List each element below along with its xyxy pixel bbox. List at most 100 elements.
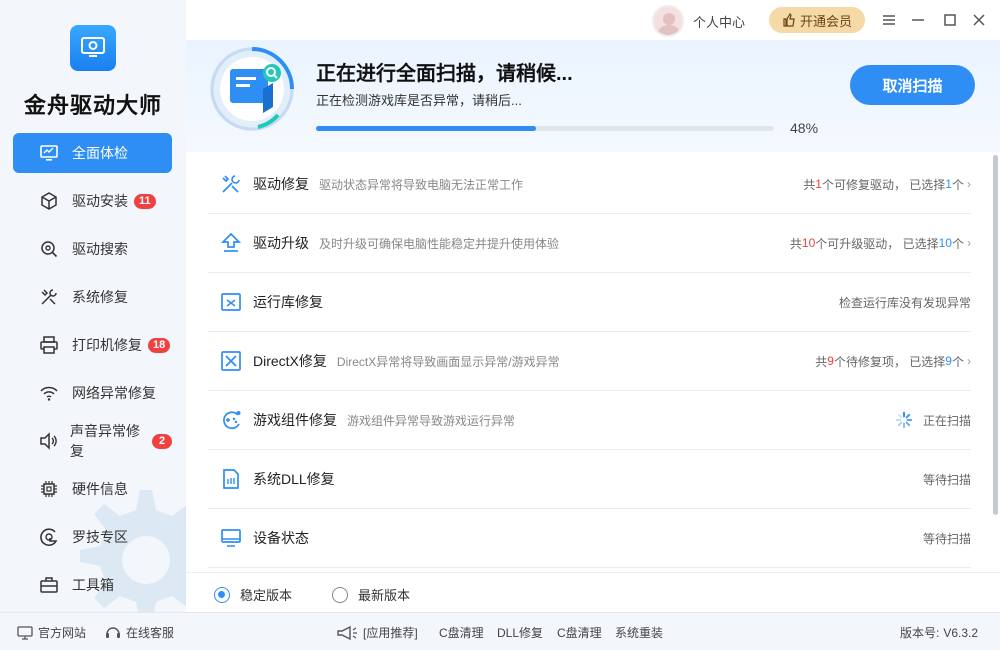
official-website-link[interactable]: 官方网站 [17, 624, 86, 641]
footer-link-c-clean-2[interactable]: C盘清理 [557, 624, 602, 641]
sidebar-item-label: 打印机修复 [72, 337, 142, 353]
scan-percent: 48% [790, 120, 819, 136]
chevron-right-icon: › [967, 354, 971, 368]
latest-version-radio[interactable]: 最新版本 [332, 585, 410, 604]
sidebar-nav: 全面体检 驱动安装 11 驱动搜索 系统修复 打印机修复 18 网络异常修复 声… [13, 133, 172, 612]
dll-file-icon [220, 468, 242, 490]
vip-label: 开通会员 [799, 13, 852, 29]
summary-text: 个 [951, 177, 964, 192]
cancel-scan-button[interactable]: 取消扫描 [850, 65, 975, 105]
link-label: C盘清理 [439, 626, 484, 640]
recommend-label: [应用推荐] [363, 626, 418, 640]
chevron-right-icon: › [967, 177, 971, 191]
avatar[interactable] [652, 5, 684, 37]
sidebar-item-toolbox[interactable]: 工具箱 [13, 565, 172, 605]
item-status: 检查运行库没有发现异常 [838, 295, 971, 310]
maximize-icon [944, 14, 956, 26]
sidebar-item-logitech[interactable]: 罗技专区 [13, 517, 172, 557]
list-item-driver-upgrade[interactable]: 驱动升级 及时升级可确保电脑性能稳定并提升使用体验 共 10 个可升级驱动， 已选择… [208, 214, 971, 273]
title-bar: 个人中心 开通会员 [186, 0, 1000, 40]
list-scrollbar[interactable] [993, 155, 998, 515]
sidebar-item-full-check[interactable]: 全面体检 [13, 133, 172, 173]
list-item-system-dll[interactable]: 系统DLL修复 等待扫描 [208, 450, 971, 509]
sidebar-item-label: 全面体检 [72, 145, 128, 161]
radio-label: 稳定版本 [240, 588, 293, 603]
footer-link-c-clean[interactable]: C盘清理 [439, 624, 484, 641]
sidebar-item-label: 罗技专区 [72, 529, 128, 545]
vip-button[interactable]: 开通会员 [769, 7, 865, 33]
scan-item-list: 驱动修复 驱动状态异常将导致电脑无法正常工作 共 1 个可修复驱动， 已选择 1 个 ›… [208, 155, 971, 568]
repairable-count: 1 [815, 177, 822, 191]
item-title: 系统DLL修复 [253, 471, 335, 487]
maximize-button[interactable] [940, 10, 960, 30]
summary-text: 共 [789, 236, 802, 251]
monitor-icon [220, 527, 242, 549]
item-title: 游戏组件修复 [253, 412, 337, 428]
sidebar-item-system-repair[interactable]: 系统修复 [13, 277, 172, 317]
sidebar-item-printer-repair[interactable]: 打印机修复 18 [13, 325, 172, 365]
app-recommend[interactable]: [应用推荐] [336, 624, 418, 641]
upgradable-count: 10 [801, 236, 816, 250]
sidebar-item-label: 工具箱 [72, 577, 114, 593]
list-item-runtime-repair[interactable]: 运行库修复 检查运行库没有发现异常 [208, 273, 971, 332]
selected-count: 9 [945, 354, 952, 368]
directx-icon [220, 350, 242, 372]
status-bar: 官方网站 在线客服 [应用推荐] C盘清理 DLL修复 C盘清理 系统重装 版本… [0, 612, 1000, 650]
sidebar-item-label: 驱动搜索 [72, 241, 128, 257]
online-service-link[interactable]: 在线客服 [105, 624, 174, 641]
scan-subtitle: 正在检测游戏库是否异常，请稍后... [316, 93, 522, 108]
logitech-logo-icon [38, 526, 60, 548]
scan-progress-bar [316, 126, 774, 131]
app-logo [70, 25, 116, 71]
stable-version-radio[interactable]: 稳定版本 [214, 585, 292, 604]
list-item-game-component[interactable]: 游戏组件修复 游戏组件异常导致游戏运行异常 正在扫描 [208, 391, 971, 450]
sidebar-item-label: 驱动安装 [72, 193, 128, 209]
menu-button[interactable] [879, 10, 899, 30]
summary-text: 个可修复驱动， 已选择 [821, 177, 946, 192]
sidebar-item-label: 系统修复 [72, 289, 128, 305]
scan-title: 正在进行全面扫描，请稍候... [316, 63, 573, 85]
list-item-driver-repair[interactable]: 驱动修复 驱动状态异常将导致电脑无法正常工作 共 1 个可修复驱动， 已选择 1 个 › [208, 155, 971, 214]
summary-text: 个待修复项， 已选择 [833, 354, 946, 369]
footer-link-dll-repair[interactable]: DLL修复 [497, 624, 543, 641]
item-summary: 共 1 个可修复驱动， 已选择 1 个 › [803, 176, 971, 193]
toolbox-icon [38, 574, 60, 596]
menu-icon [883, 15, 895, 25]
monitor-gear-icon [81, 37, 105, 57]
footer-link-system-reinstall[interactable]: 系统重装 [615, 624, 663, 641]
item-desc: 及时升级可确保电脑性能稳定并提升使用体验 [319, 237, 560, 251]
wrench-screwdriver-icon [220, 173, 242, 195]
close-button[interactable] [969, 10, 989, 30]
sidebar-item-sound-repair[interactable]: 声音异常修复 2 [13, 421, 172, 461]
item-title: 驱动修复 [253, 176, 309, 192]
sidebar-item-driver-install[interactable]: 驱动安装 11 [13, 181, 172, 221]
website-icon [17, 625, 33, 640]
loading-spinner-icon [895, 411, 913, 429]
sidebar-item-label: 网络异常修复 [72, 385, 156, 401]
radio-dot [214, 586, 230, 603]
sidebar-item-network-repair[interactable]: 网络异常修复 [13, 373, 172, 413]
sidebar-item-driver-search[interactable]: 驱动搜索 [13, 229, 172, 269]
user-center-link[interactable]: 个人中心 [693, 12, 745, 31]
radio-dot [332, 586, 348, 603]
version-info: 版本号: V6.3.2 [900, 624, 978, 641]
monitor-icon [38, 142, 60, 164]
scan-progress-fill [316, 126, 536, 131]
summary-text: 共 [803, 177, 816, 192]
item-desc: DirectX异常将导致画面显示异常/游戏异常 [336, 355, 560, 369]
item-status: 正在扫描 [895, 411, 971, 429]
summary-text: 个 [951, 354, 964, 369]
item-summary: 共 9 个待修复项， 已选择 9 个 › [815, 353, 971, 370]
list-item-device-status[interactable]: 设备状态 等待扫描 [208, 509, 971, 568]
list-item-directx-repair[interactable]: DirectX修复 DirectX异常将导致画面显示异常/游戏异常 共 9 个待修复… [208, 332, 971, 391]
selected-count: 1 [945, 177, 952, 191]
item-summary: 共 10 个可升级驱动， 已选择 10 个 › [790, 235, 971, 252]
radio-label: 最新版本 [358, 588, 411, 603]
link-label: C盘清理 [557, 626, 602, 640]
item-desc: 游戏组件异常导致游戏运行异常 [347, 414, 516, 428]
status-text: 正在扫描 [922, 413, 971, 428]
minimize-button[interactable] [908, 10, 928, 30]
sidebar-item-hardware-info[interactable]: 硬件信息 [13, 469, 172, 509]
item-status: 等待扫描 [922, 472, 971, 487]
link-label: DLL修复 [497, 626, 544, 640]
